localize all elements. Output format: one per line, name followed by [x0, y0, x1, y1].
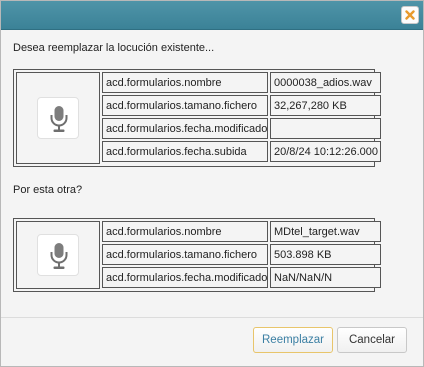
- existing-file-thumbnail: [37, 97, 79, 139]
- dialog-titlebar[interactable]: [1, 1, 423, 30]
- property-label: acd.formularios.fecha.modificado: [102, 118, 268, 139]
- property-value: NaN/NaN/N: [270, 267, 381, 288]
- replacement-prompt-text: Por esta otra?: [13, 184, 83, 196]
- close-button[interactable]: [401, 6, 419, 24]
- replace-button[interactable]: Reemplazar: [253, 327, 333, 353]
- replacement-file-info: acd.formularios.nombre MDtel_target.wav …: [13, 218, 381, 292]
- footer-divider: [1, 317, 423, 318]
- property-label: acd.formularios.fecha.modificado: [102, 267, 268, 288]
- property-label: acd.formularios.tamano.fichero: [102, 244, 268, 265]
- replacement-file-icon-cell: [16, 221, 100, 289]
- property-label: acd.formularios.nombre: [102, 221, 268, 242]
- replacement-file-thumbnail: [37, 234, 79, 276]
- existing-file-icon-cell: [16, 72, 100, 164]
- property-value: 20/8/24 10:12:26.000: [270, 141, 381, 162]
- property-value: [270, 118, 381, 139]
- property-value: 32,267,280 KB: [270, 95, 381, 116]
- property-value: 0000038_adios.wav: [270, 72, 381, 93]
- property-label: acd.formularios.fecha.subida: [102, 141, 268, 162]
- replace-audio-dialog: Desea reemplazar la locución existente..…: [0, 0, 424, 367]
- microphone-icon: [50, 106, 68, 132]
- cancel-button[interactable]: Cancelar: [337, 327, 407, 353]
- existing-file-info: acd.formularios.nombre 0000038_adios.wav…: [13, 69, 381, 167]
- property-value: 503.898 KB: [270, 244, 381, 265]
- microphone-icon: [50, 243, 68, 269]
- property-value: MDtel_target.wav: [270, 221, 381, 242]
- close-x-icon: [405, 10, 415, 20]
- property-label: acd.formularios.nombre: [102, 72, 268, 93]
- property-label: acd.formularios.tamano.fichero: [102, 95, 268, 116]
- existing-prompt-text: Desea reemplazar la locución existente..…: [13, 42, 215, 54]
